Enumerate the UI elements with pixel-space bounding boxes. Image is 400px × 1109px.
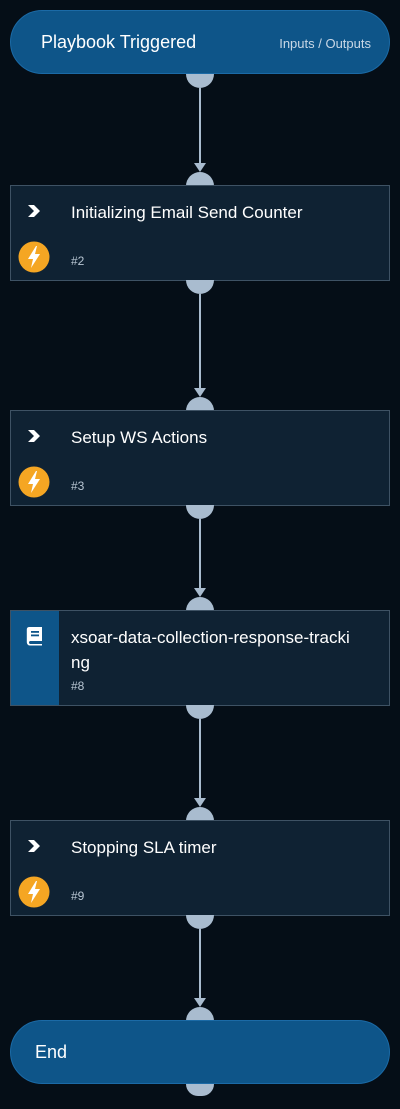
- playbook-triggered-node[interactable]: Playbook Triggered Inputs / Outputs: [10, 10, 390, 74]
- connector-arrow: [194, 998, 206, 1007]
- input-port[interactable]: [186, 1007, 214, 1021]
- task-icon-column: [11, 186, 59, 280]
- task-title: Initializing Email Send Counter: [71, 203, 303, 222]
- connector-arrow: [194, 388, 206, 397]
- task-title: xsoar-data-collection-response-tracking: [71, 628, 350, 672]
- output-port[interactable]: [186, 705, 214, 719]
- task-icon-column: [11, 411, 59, 505]
- task-id: #8: [71, 679, 85, 693]
- input-port[interactable]: [186, 397, 214, 411]
- output-port[interactable]: [186, 915, 214, 929]
- connector-arrow: [194, 163, 206, 172]
- end-node-title: End: [35, 1042, 68, 1062]
- chevron-right-icon: [28, 205, 40, 217]
- output-port[interactable]: [186, 505, 214, 519]
- output-port[interactable]: [186, 280, 214, 294]
- connector-line: [199, 88, 201, 164]
- connector-line: [199, 294, 201, 390]
- task-id: #9: [71, 889, 85, 903]
- input-port[interactable]: [186, 597, 214, 611]
- input-port[interactable]: [186, 807, 214, 821]
- connector-line: [199, 519, 201, 595]
- task-icon-column: [11, 611, 59, 705]
- task-id: #3: [71, 479, 85, 493]
- task-node[interactable]: Stopping SLA timer #9: [10, 820, 390, 916]
- task-title: Stopping SLA timer: [71, 838, 217, 857]
- sub-playbook-node[interactable]: xsoar-data-collection-response-tracking …: [10, 610, 390, 706]
- chevron-right-icon: [28, 840, 40, 852]
- output-port[interactable]: [186, 74, 214, 88]
- task-node[interactable]: Setup WS Actions #3: [10, 410, 390, 506]
- lightning-icon: [18, 876, 50, 908]
- input-port[interactable]: [186, 172, 214, 186]
- lightning-icon: [18, 466, 50, 498]
- lightning-icon: [18, 241, 50, 273]
- output-port[interactable]: [186, 1084, 214, 1096]
- chevron-right-icon: [28, 430, 40, 442]
- task-icon-column: [11, 821, 59, 915]
- inputs-outputs-link[interactable]: Inputs / Outputs: [279, 36, 371, 51]
- connector-arrow: [194, 588, 206, 597]
- start-node-title: Playbook Triggered: [41, 32, 197, 52]
- connector-arrow: [194, 798, 206, 807]
- task-node[interactable]: Initializing Email Send Counter #2: [10, 185, 390, 281]
- connector-line: [199, 929, 201, 1005]
- book-icon: [26, 627, 42, 646]
- task-id: #2: [71, 254, 85, 268]
- connector-line: [199, 719, 201, 805]
- task-title: Setup WS Actions: [71, 428, 208, 447]
- end-node[interactable]: End: [10, 1020, 390, 1084]
